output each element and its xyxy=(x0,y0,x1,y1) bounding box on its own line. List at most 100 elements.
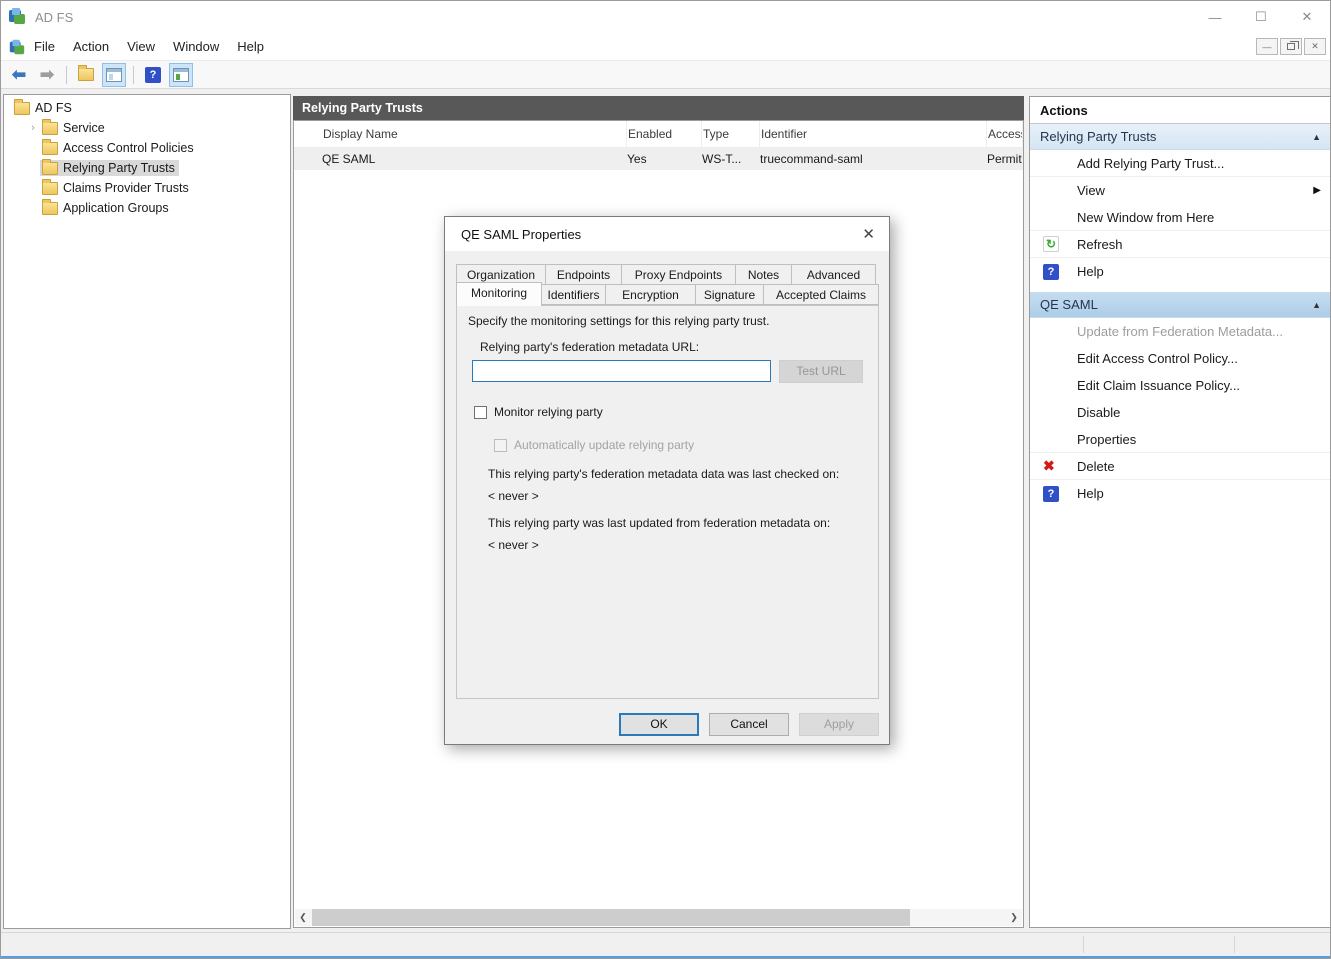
folder-icon xyxy=(42,202,58,215)
scrollbar-thumb[interactable] xyxy=(312,909,910,926)
actions-group-title: QE SAML xyxy=(1040,297,1098,312)
column-identifier[interactable]: Identifier xyxy=(760,121,987,147)
action-label: Edit Access Control Policy... xyxy=(1077,351,1238,366)
tree-item-claims-provider-trusts[interactable]: Claims Provider Trusts xyxy=(4,178,290,198)
expand-chevron-icon[interactable]: › xyxy=(26,122,40,134)
action-label: Help xyxy=(1077,264,1104,279)
tree-item-label: Service xyxy=(63,121,105,135)
action-delete[interactable]: ✖Delete xyxy=(1030,453,1331,480)
tab-identifiers[interactable]: Identifiers xyxy=(542,284,606,305)
auto-update-checkbox xyxy=(494,439,507,452)
menu-view[interactable]: View xyxy=(118,33,164,61)
tab-proxy-endpoints[interactable]: Proxy Endpoints xyxy=(622,264,736,285)
actions-group-gap xyxy=(1030,285,1331,292)
action-edit-claim-issuance-policy[interactable]: Edit Claim Issuance Policy... xyxy=(1030,372,1331,399)
table-row[interactable]: QE SAML Yes WS-T... truecommand-saml Per… xyxy=(294,148,1023,170)
tree-item-application-groups[interactable]: Application Groups xyxy=(4,198,290,218)
close-icon[interactable]: ✕ xyxy=(1284,1,1330,33)
dialog-close-icon[interactable]: ✕ xyxy=(862,225,875,243)
cancel-button[interactable]: Cancel xyxy=(709,713,789,736)
tab-accepted-claims[interactable]: Accepted Claims xyxy=(764,284,879,305)
menu-file[interactable]: File xyxy=(25,33,64,61)
mdi-minimize-icon[interactable]: — xyxy=(1256,38,1278,55)
tree-item-service[interactable]: › Service xyxy=(4,118,290,138)
maximize-icon[interactable]: ☐ xyxy=(1238,1,1284,33)
apply-button: Apply xyxy=(799,713,879,736)
toolbar-help-icon[interactable]: ? xyxy=(141,63,165,87)
back-arrow-icon[interactable]: ⬅ xyxy=(7,63,31,87)
menu-window[interactable]: Window xyxy=(164,33,228,61)
show-console-tree-icon[interactable] xyxy=(102,63,126,87)
help-icon: ? xyxy=(1043,264,1059,280)
tab-advanced[interactable]: Advanced xyxy=(792,264,876,285)
action-label: Add Relying Party Trust... xyxy=(1077,156,1224,171)
action-properties[interactable]: Properties xyxy=(1030,426,1331,453)
cell-enabled: Yes xyxy=(627,148,702,170)
action-view[interactable]: View ▶ xyxy=(1030,177,1331,204)
scroll-right-icon[interactable]: ❯ xyxy=(1006,909,1022,926)
action-help-group2[interactable]: ?Help xyxy=(1030,480,1331,507)
dialog-title: QE SAML Properties xyxy=(461,227,581,242)
tree-root-adfs[interactable]: AD FS xyxy=(4,98,290,118)
actions-group-relying-party-trusts[interactable]: Relying Party Trusts ▲ xyxy=(1030,124,1331,150)
show-action-pane-icon[interactable] xyxy=(169,63,193,87)
horizontal-scrollbar[interactable]: ❮ ❯ xyxy=(295,909,1022,926)
tab-monitoring[interactable]: Monitoring xyxy=(456,282,542,306)
folder-icon xyxy=(42,182,58,195)
action-label: Edit Claim Issuance Policy... xyxy=(1077,378,1240,393)
tree-item-relying-party-trusts[interactable]: Relying Party Trusts xyxy=(4,158,290,178)
column-type[interactable]: Type xyxy=(702,121,760,147)
column-access[interactable]: Access C xyxy=(987,121,1023,147)
tab-signature[interactable]: Signature xyxy=(696,284,764,305)
submenu-arrow-icon: ▶ xyxy=(1313,185,1321,196)
monitor-relying-party-checkbox[interactable] xyxy=(474,406,487,419)
column-enabled[interactable]: Enabled xyxy=(627,121,702,147)
forward-arrow-icon[interactable]: ➡ xyxy=(35,63,59,87)
up-one-level-folder-icon[interactable] xyxy=(74,63,98,87)
list-column-headers: Display Name Enabled Type Identifier Acc… xyxy=(294,121,1023,148)
action-help-group1[interactable]: ? Help xyxy=(1030,258,1331,285)
metadata-url-input[interactable] xyxy=(472,360,771,382)
menu-action[interactable]: Action xyxy=(64,33,118,61)
dialog-title-bar[interactable]: QE SAML Properties ✕ xyxy=(445,217,889,251)
action-label: Refresh xyxy=(1077,237,1123,252)
monitor-relying-party-row[interactable]: Monitor relying party xyxy=(474,405,603,419)
cell-display-name: QE SAML xyxy=(322,148,627,170)
action-label: Update from Federation Metadata... xyxy=(1077,324,1283,339)
action-label: Disable xyxy=(1077,405,1120,420)
cell-identifier: truecommand-saml xyxy=(760,148,987,170)
action-edit-access-control-policy[interactable]: Edit Access Control Policy... xyxy=(1030,345,1331,372)
tree-item-access-control-policies[interactable]: Access Control Policies xyxy=(4,138,290,158)
toolbar: ⬅ ➡ ? xyxy=(1,61,1330,89)
refresh-icon: ↻ xyxy=(1043,236,1059,252)
folder-icon xyxy=(14,102,30,115)
scroll-left-icon[interactable]: ❮ xyxy=(295,909,311,926)
tab-endpoints[interactable]: Endpoints xyxy=(546,264,622,285)
auto-update-row: Automatically update relying party xyxy=(494,438,694,452)
menu-help[interactable]: Help xyxy=(228,33,273,61)
mdi-close-icon[interactable]: ✕ xyxy=(1304,38,1326,55)
folder-icon xyxy=(42,142,58,155)
action-disable[interactable]: Disable xyxy=(1030,399,1331,426)
action-new-window-from-here[interactable]: New Window from Here xyxy=(1030,204,1331,231)
title-bar: AD FS — ☐ ✕ xyxy=(1,1,1330,33)
minimize-icon[interactable]: — xyxy=(1192,1,1238,33)
column-display-name[interactable]: Display Name xyxy=(322,121,627,147)
collapse-caret-icon[interactable]: ▲ xyxy=(1312,300,1321,310)
window-title: AD FS xyxy=(35,10,73,25)
action-label: View xyxy=(1077,183,1105,198)
mdi-restore-icon[interactable] xyxy=(1280,38,1302,55)
console-tree-pane: AD FS › Service Access Control Policies … xyxy=(3,94,291,929)
scrollbar-track[interactable] xyxy=(311,909,1006,926)
checkbox-label: Monitor relying party xyxy=(494,405,603,419)
ok-button[interactable]: OK xyxy=(619,713,699,736)
action-refresh[interactable]: ↻ Refresh xyxy=(1030,231,1331,258)
collapse-caret-icon[interactable]: ▲ xyxy=(1312,132,1321,142)
action-add-relying-party-trust[interactable]: Add Relying Party Trust... xyxy=(1030,150,1331,177)
tab-encryption[interactable]: Encryption xyxy=(606,284,696,305)
status-bar xyxy=(1,932,1330,956)
last-checked-value: < never > xyxy=(488,489,539,503)
adfs-app-icon xyxy=(9,8,27,26)
actions-group-qe-saml[interactable]: QE SAML ▲ xyxy=(1030,292,1331,318)
tab-notes[interactable]: Notes xyxy=(736,264,792,285)
